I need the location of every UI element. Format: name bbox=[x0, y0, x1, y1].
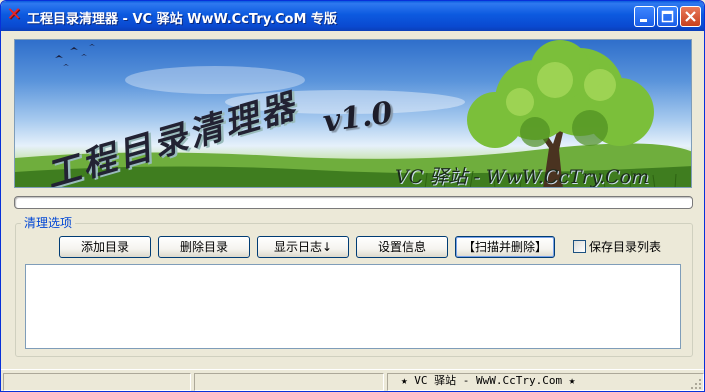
delete-directory-button[interactable]: 删除目录 bbox=[158, 236, 250, 258]
status-bar bbox=[1, 369, 704, 391]
save-list-checkbox[interactable] bbox=[573, 240, 586, 253]
close-button[interactable] bbox=[680, 6, 701, 27]
add-directory-button[interactable]: 添加目录 bbox=[59, 236, 151, 258]
minimize-button[interactable] bbox=[634, 6, 655, 27]
title-bar[interactable]: ✕ 工程目录清理器 - VC 驿站 WwW.CcTry.CoM 专版 bbox=[1, 1, 704, 31]
app-window: ✕ 工程目录清理器 - VC 驿站 WwW.CcTry.CoM 专版 工程目录清… bbox=[0, 0, 705, 392]
options-group-label: 清理选项 bbox=[21, 215, 76, 231]
status-pane-2 bbox=[194, 373, 384, 391]
settings-button[interactable]: 设置信息 bbox=[356, 236, 448, 258]
show-log-button[interactable]: 显示日志↓ bbox=[257, 236, 349, 258]
status-text: ★ VC 驿站 - WwW.CcTry.Com ★ bbox=[401, 374, 576, 387]
resize-grip-icon[interactable] bbox=[690, 378, 702, 390]
maximize-icon bbox=[661, 10, 674, 23]
red-x-icon[interactable]: ✕ bbox=[6, 6, 22, 24]
close-icon bbox=[685, 11, 696, 22]
scan-and-delete-button[interactable]: 【扫描并删除】 bbox=[455, 236, 555, 258]
window-title: 工程目录清理器 - VC 驿站 WwW.CcTry.CoM 专版 bbox=[27, 12, 337, 27]
log-list[interactable] bbox=[25, 264, 681, 349]
progress-bar bbox=[14, 196, 693, 209]
status-pane-1 bbox=[3, 373, 191, 391]
banner-image: 工程目录清理器 v1.0 VC 驿站 - WwW.CcTry.Com bbox=[14, 39, 692, 188]
maximize-button[interactable] bbox=[657, 6, 678, 27]
banner-site-text: VC 驿站 - WwW.CcTry.Com bbox=[395, 166, 650, 188]
save-list-checkbox-label[interactable]: 保存目录列表 bbox=[589, 238, 661, 255]
minimize-icon bbox=[640, 19, 647, 22]
